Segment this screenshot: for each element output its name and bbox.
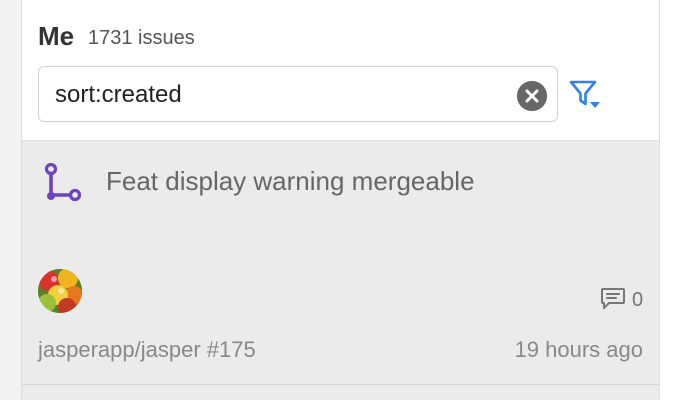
issue-title[interactable]: Feat display warning mergeable <box>106 165 475 197</box>
comment-icon <box>601 288 625 309</box>
git-pull-request-icon <box>44 163 82 202</box>
repo-label[interactable]: jasperapp/jasper #175 <box>38 337 256 363</box>
comment-count: 0 <box>632 289 644 311</box>
issue-row[interactable]: Feat display warning mergeable 0 jaspera… <box>22 141 659 385</box>
issue-count: 1731 issues <box>88 27 195 49</box>
clear-search-button[interactable] <box>517 81 547 111</box>
time-label: 19 hours ago <box>514 337 643 362</box>
search-input[interactable] <box>55 79 495 111</box>
stream-title: Me <box>38 21 75 51</box>
filter-button[interactable] <box>568 78 602 112</box>
next-issue-row[interactable] <box>22 385 659 400</box>
clear-x-circle-icon <box>517 81 547 111</box>
issues-panel: Me 1731 issues Feat display warning merg… <box>0 0 686 400</box>
search-box <box>38 66 558 122</box>
filter-dropdown-icon <box>569 80 600 108</box>
left-sidebar-edge <box>0 0 22 400</box>
user-avatar[interactable] <box>38 269 82 313</box>
right-edge <box>660 0 686 400</box>
stream-header: Me 1731 issues <box>22 0 659 141</box>
avatar-image <box>38 269 82 313</box>
